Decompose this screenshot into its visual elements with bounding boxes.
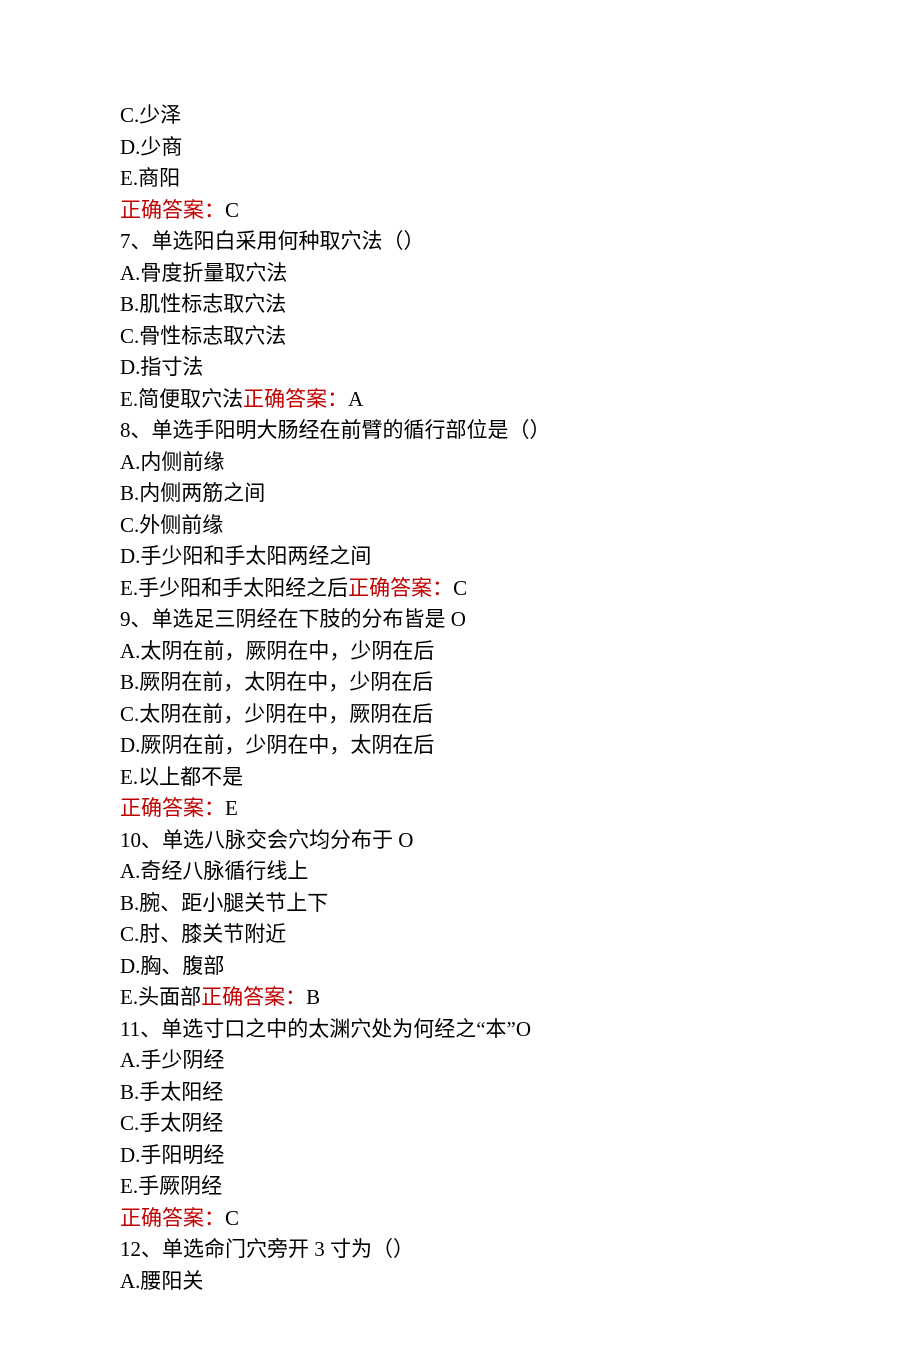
text-line: D.胸、腹部 <box>120 951 920 983</box>
text-line: E.商阳 <box>120 163 920 195</box>
text-line: D.厥阴在前，少阴在中，太阴在后 <box>120 730 920 762</box>
answer-label: 正确答案： <box>201 985 306 1009</box>
text-line: A.奇经八脉循行线上 <box>120 856 920 888</box>
text-line: A.腰阳关 <box>120 1266 920 1298</box>
text-line: B.内侧两筋之间 <box>120 478 920 510</box>
text-line: A.手少阴经 <box>120 1045 920 1077</box>
text-line: A.太阴在前，厥阴在中，少阴在后 <box>120 636 920 668</box>
text-line: 8、单选手阳明大肠经在前臂的循行部位是（） <box>120 415 920 447</box>
text-span: E.手少阳和手太阳经之后 <box>120 576 348 600</box>
text-line: C.肘、膝关节附近 <box>120 919 920 951</box>
text-span: C <box>453 576 467 600</box>
text-line: B.厥阴在前，太阴在中，少阴在后 <box>120 667 920 699</box>
text-span: E.头面部 <box>120 985 201 1009</box>
answer-label: 正确答案： <box>120 796 225 820</box>
text-span: B <box>306 985 320 1009</box>
text-line: C.外侧前缘 <box>120 510 920 542</box>
text-line: E.简便取穴法正确答案：A <box>120 384 920 416</box>
text-span: E.简便取穴法 <box>120 387 243 411</box>
text-line: 12、单选命门穴旁开 3 寸为（） <box>120 1234 920 1266</box>
text-line: C.太阴在前，少阴在中，厥阴在后 <box>120 699 920 731</box>
text-line: E.手少阳和手太阳经之后正确答案：C <box>120 573 920 605</box>
text-line: B.手太阳经 <box>120 1077 920 1109</box>
text-line: E.头面部正确答案：B <box>120 982 920 1014</box>
answer-label: 正确答案： <box>243 387 348 411</box>
text-line: D.指寸法 <box>120 352 920 384</box>
text-line: D.手少阳和手太阳两经之间 <box>120 541 920 573</box>
text-line: D.手阳明经 <box>120 1140 920 1172</box>
text-line: C.骨性标志取穴法 <box>120 321 920 353</box>
text-line: 10、单选八脉交会穴均分布于 O <box>120 825 920 857</box>
text-line: 11、单选寸口之中的太渊穴处为何经之“本”O <box>120 1014 920 1046</box>
text-line: C.少泽 <box>120 100 920 132</box>
text-line: B.肌性标志取穴法 <box>120 289 920 321</box>
text-span: E <box>225 796 238 820</box>
answer-label: 正确答案： <box>348 576 453 600</box>
text-span: A <box>348 387 363 411</box>
text-line: A.内侧前缘 <box>120 447 920 479</box>
text-span: C <box>225 198 239 222</box>
text-line: E.以上都不是 <box>120 762 920 794</box>
document-body: C.少泽D.少商E.商阳正确答案：C7、单选阳白采用何种取穴法（）A.骨度折量取… <box>120 100 920 1297</box>
text-line: E.手厥阴经 <box>120 1171 920 1203</box>
text-span: C <box>225 1206 239 1230</box>
answer-label: 正确答案： <box>120 198 225 222</box>
text-line: C.手太阴经 <box>120 1108 920 1140</box>
text-line: A.骨度折量取穴法 <box>120 258 920 290</box>
text-line: B.腕、距小腿关节上下 <box>120 888 920 920</box>
answer-label: 正确答案： <box>120 1206 225 1230</box>
text-line: 正确答案：C <box>120 1203 920 1235</box>
text-line: 正确答案：C <box>120 195 920 227</box>
text-line: D.少商 <box>120 132 920 164</box>
text-line: 7、单选阳白采用何种取穴法（） <box>120 226 920 258</box>
text-line: 9、单选足三阴经在下肢的分布皆是 O <box>120 604 920 636</box>
text-line: 正确答案：E <box>120 793 920 825</box>
